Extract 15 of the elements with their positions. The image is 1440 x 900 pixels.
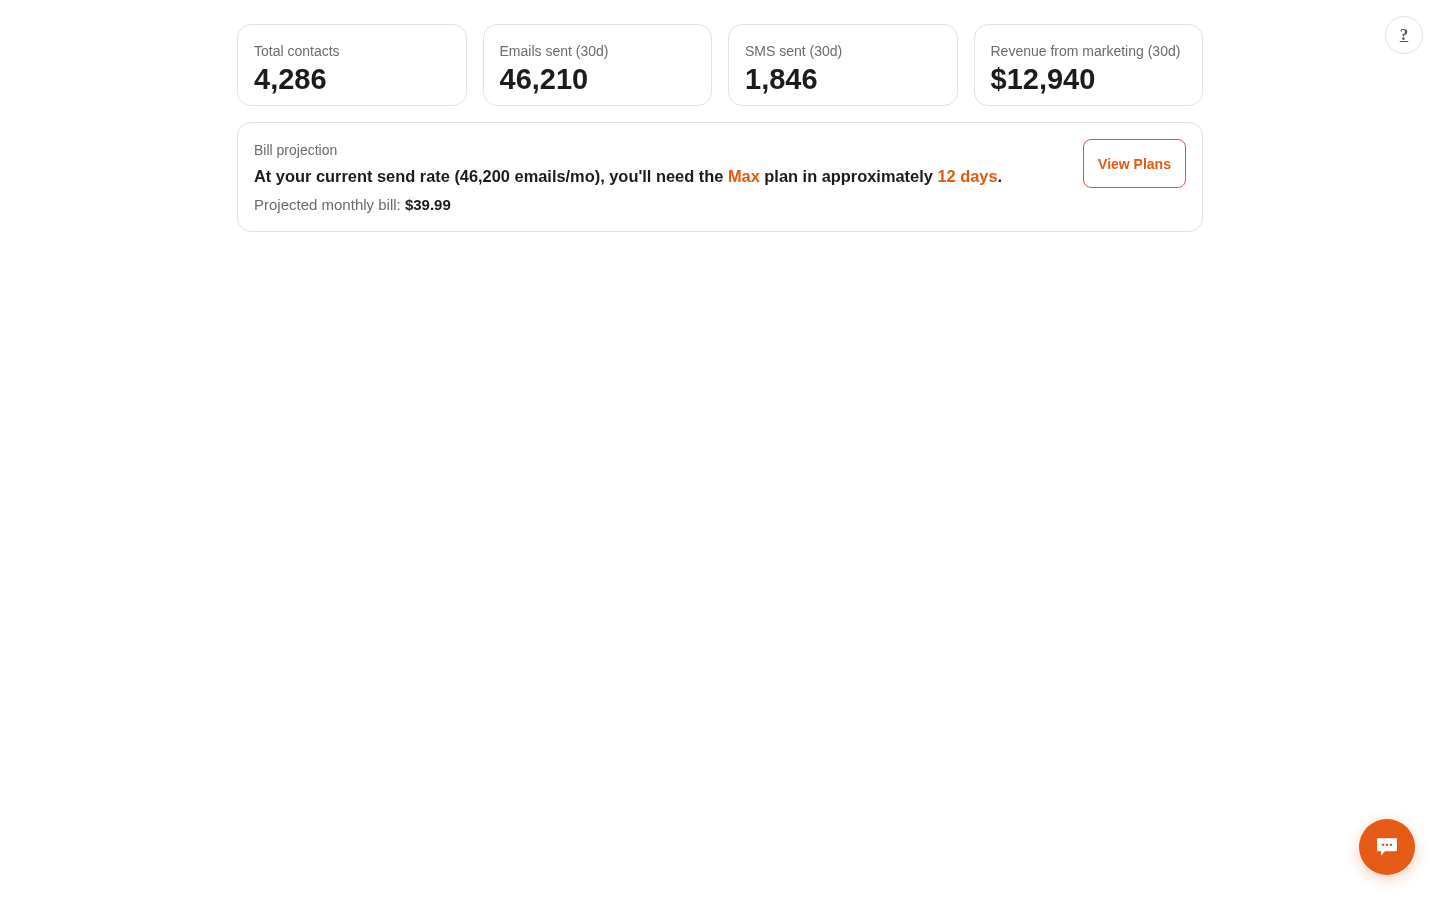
view-plans-button[interactable]: View Plans [1083, 139, 1186, 188]
help-button[interactable]: ? [1385, 16, 1423, 54]
stat-label: Total contacts [254, 43, 340, 60]
stat-label: Revenue from marketing (30d) [990, 43, 1181, 60]
stat-value: 1,846 [745, 62, 818, 96]
bill-projection-title: Bill projection [254, 141, 338, 160]
stat-value: 46,210 [499, 62, 589, 96]
bill-projection-message: At your current send rate (46,200 emails/mo), you'll need the Max plan in approximately 12 days. [254, 166, 1003, 187]
stat-label: SMS sent (30d) [745, 43, 843, 60]
projected-monthly-bill: Projected monthly bill: $39.99 [254, 195, 451, 215]
stat-value: 4,286 [254, 62, 327, 96]
chat-button[interactable] [1359, 819, 1415, 875]
chat-bubble-icon [1377, 838, 1397, 856]
stat-value: $12,940 [990, 62, 1096, 96]
stat-label: Emails sent (30d) [499, 43, 609, 60]
